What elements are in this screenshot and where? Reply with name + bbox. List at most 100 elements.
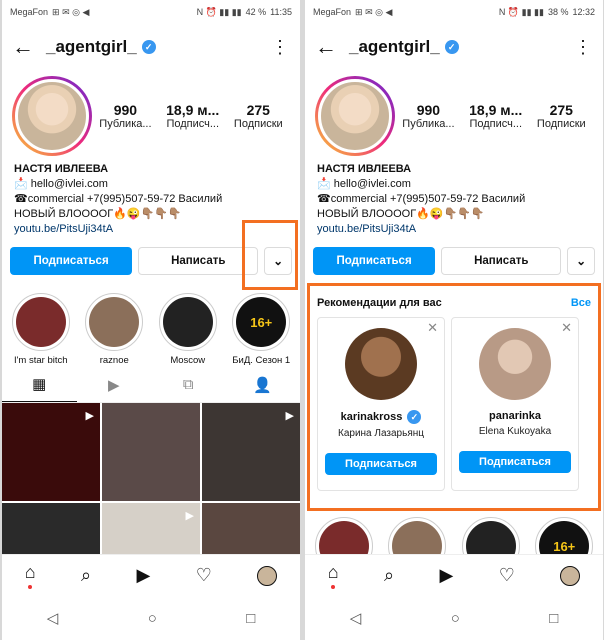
posts-stat[interactable]: 990 Публика... bbox=[402, 102, 454, 130]
card-avatar[interactable] bbox=[345, 328, 417, 400]
username-text: _agentgirl_ bbox=[349, 37, 440, 56]
card-avatar[interactable] bbox=[479, 328, 551, 400]
bio-link[interactable]: youtu.be/PitsUji34tA bbox=[14, 222, 288, 237]
reels-icon[interactable]: ▶ bbox=[439, 565, 453, 586]
bio-link[interactable]: youtu.be/PitsUji34tA bbox=[317, 222, 591, 237]
system-nav-bar: ◁ ○ □ bbox=[305, 596, 603, 640]
recommendations-title: Рекомендации для вас bbox=[317, 297, 442, 309]
profile-nav-avatar[interactable] bbox=[257, 565, 278, 586]
post-thumbnail[interactable]: ▶ bbox=[2, 403, 100, 501]
recommendation-card[interactable]: ✕ karinakross ✓ Карина Лазарьянц Подписат… bbox=[317, 317, 445, 491]
system-home-icon[interactable]: ○ bbox=[148, 610, 157, 627]
card-follow-button[interactable]: Подписаться bbox=[325, 453, 437, 475]
followers-label: Подписч... bbox=[166, 118, 220, 130]
back-arrow-icon[interactable]: ← bbox=[315, 34, 349, 60]
bio-email[interactable]: 📩 hello@ivlei.com bbox=[14, 177, 288, 192]
verified-badge-icon: ✓ bbox=[444, 40, 459, 54]
following-stat[interactable]: 275 Подписки bbox=[537, 102, 586, 130]
home-nav-item[interactable]: ⌂ bbox=[328, 562, 339, 589]
system-home-icon[interactable]: ○ bbox=[451, 610, 460, 627]
highlight-item[interactable]: 16+ БиД. Сезон 1 bbox=[229, 293, 295, 367]
highlight-label: БиД. Сезон 1 bbox=[232, 355, 291, 366]
home-icon: ⌂ bbox=[327, 562, 339, 582]
following-label: Подписки bbox=[536, 118, 586, 130]
follow-button[interactable]: Подписаться bbox=[313, 247, 436, 275]
highlight-label: I'm star bitch bbox=[13, 355, 68, 366]
video-icon: ▶ bbox=[185, 510, 194, 522]
message-button[interactable]: Написать bbox=[138, 247, 259, 275]
system-back-icon[interactable]: ◁ bbox=[350, 609, 362, 627]
following-stat[interactable]: 275 Подписки bbox=[234, 102, 283, 130]
clock: 12:32 bbox=[572, 7, 595, 17]
profile-avatar[interactable] bbox=[315, 76, 395, 156]
bio-tagline: НОВЫЙ ВЛОООOГ🔥😜👇🏽👇🏽👇🏽 bbox=[14, 208, 182, 220]
battery-level: 42 % bbox=[245, 7, 267, 17]
story-highlights: I'm star bitch raznoe Moscow 16+ БиД. Сез… bbox=[2, 281, 300, 367]
card-follow-button[interactable]: Подписаться bbox=[459, 451, 571, 473]
card-username[interactable]: panarinka bbox=[489, 410, 541, 422]
search-icon[interactable]: ⌕ bbox=[81, 565, 91, 586]
notification-dot bbox=[331, 585, 336, 589]
home-icon: ⌂ bbox=[24, 562, 36, 582]
dismiss-icon[interactable]: ✕ bbox=[561, 320, 572, 336]
followers-label: Подписч... bbox=[469, 118, 523, 130]
system-back-icon[interactable]: ◁ bbox=[47, 609, 59, 627]
battery-level: 38 % bbox=[547, 7, 569, 17]
recommendation-card[interactable]: ✕ panarinka Elena Kukoyaka Подписаться bbox=[451, 317, 579, 491]
card-fullname: Карина Лазарьянц bbox=[338, 428, 424, 439]
more-options-icon[interactable]: ⋮ bbox=[573, 37, 593, 58]
posts-count: 990 bbox=[416, 102, 441, 118]
carrier-label: MegaFon bbox=[10, 7, 49, 17]
tab-grid-icon[interactable]: ▦ bbox=[2, 367, 77, 402]
highlight-item[interactable]: raznoe bbox=[82, 293, 148, 367]
notification-dot bbox=[28, 585, 33, 589]
status-bar: MegaFon ⊞ ✉ ◎ ◀ N ⏰ ▮▮ ▮▮ 42 % 11:35 bbox=[2, 0, 300, 24]
status-icons: N ⏰ ▮▮ ▮▮ bbox=[498, 6, 544, 17]
home-nav-item[interactable]: ⌂ bbox=[25, 562, 36, 589]
card-fullname: Elena Kukoyaka bbox=[478, 426, 552, 437]
following-count: 275 bbox=[246, 102, 270, 118]
system-recents-icon[interactable]: □ bbox=[549, 610, 558, 627]
message-button[interactable]: Написать bbox=[441, 247, 562, 275]
video-icon: ▶ bbox=[285, 410, 294, 422]
tab-igtv-icon[interactable]: ⧉ bbox=[151, 367, 226, 402]
followers-stat[interactable]: 18,9 м... Подписч... bbox=[469, 102, 522, 130]
followers-count: 18,9 м... bbox=[469, 102, 523, 118]
suggestions-chevron-button[interactable]: ⌄ bbox=[567, 247, 595, 275]
highlight-item[interactable]: Moscow bbox=[155, 293, 221, 367]
verified-badge-icon: ✓ bbox=[141, 40, 156, 54]
highlight-label: raznoe bbox=[99, 355, 129, 366]
tab-tagged-icon[interactable]: 👤 bbox=[226, 367, 301, 402]
followers-stat[interactable]: 18,9 м... Подписч... bbox=[166, 102, 219, 130]
follow-button[interactable]: Подписаться bbox=[10, 247, 133, 275]
suggestions-chevron-button[interactable]: ⌄ bbox=[264, 247, 292, 275]
left-screen: MegaFon ⊞ ✉ ◎ ◀ N ⏰ ▮▮ ▮▮ 42 % 11:35 ← _… bbox=[2, 0, 300, 640]
bio-email[interactable]: 📩 hello@ivlei.com bbox=[317, 177, 591, 192]
post-thumbnail[interactable] bbox=[102, 403, 200, 501]
recommendations-panel: Рекомендации для вас Все ✕ karinakross ✓ … bbox=[311, 291, 597, 511]
back-arrow-icon[interactable]: ← bbox=[12, 34, 46, 60]
see-all-link[interactable]: Все bbox=[571, 297, 591, 309]
reels-icon[interactable]: ▶ bbox=[136, 565, 150, 586]
system-nav-bar: ◁ ○ □ bbox=[2, 596, 300, 640]
search-icon[interactable]: ⌕ bbox=[384, 565, 394, 586]
more-options-icon[interactable]: ⋮ bbox=[270, 37, 290, 58]
profile-avatar[interactable] bbox=[12, 76, 92, 156]
tab-reels-icon[interactable]: ▶ bbox=[77, 367, 152, 402]
bottom-nav: ⌂ ⌕ ▶ ♡ bbox=[305, 554, 603, 596]
bottom-nav: ⌂ ⌕ ▶ ♡ bbox=[2, 554, 300, 596]
right-screen: MegaFon ⊞ ✉ ◎ ◀ N ⏰ ▮▮ ▮▮ 38 % 12:32 ← _… bbox=[305, 0, 603, 640]
dismiss-icon[interactable]: ✕ bbox=[427, 320, 438, 336]
posts-stat[interactable]: 990 Публика... bbox=[99, 102, 151, 130]
profile-nav-avatar[interactable] bbox=[560, 565, 581, 586]
heart-icon[interactable]: ♡ bbox=[499, 565, 515, 586]
heart-icon[interactable]: ♡ bbox=[196, 565, 212, 586]
system-recents-icon[interactable]: □ bbox=[246, 610, 255, 627]
highlight-item[interactable]: I'm star bitch bbox=[8, 293, 74, 367]
posts-label: Публика... bbox=[99, 118, 152, 130]
post-thumbnail[interactable]: ▶ bbox=[202, 403, 300, 501]
status-flags: ⊞ ✉ ◎ ◀ bbox=[52, 6, 90, 17]
bio-phone: ☎commercial +7(995)507-59-72 Василий bbox=[14, 193, 223, 205]
video-icon: ▶ bbox=[85, 410, 94, 422]
card-username[interactable]: karinakross bbox=[341, 411, 403, 423]
